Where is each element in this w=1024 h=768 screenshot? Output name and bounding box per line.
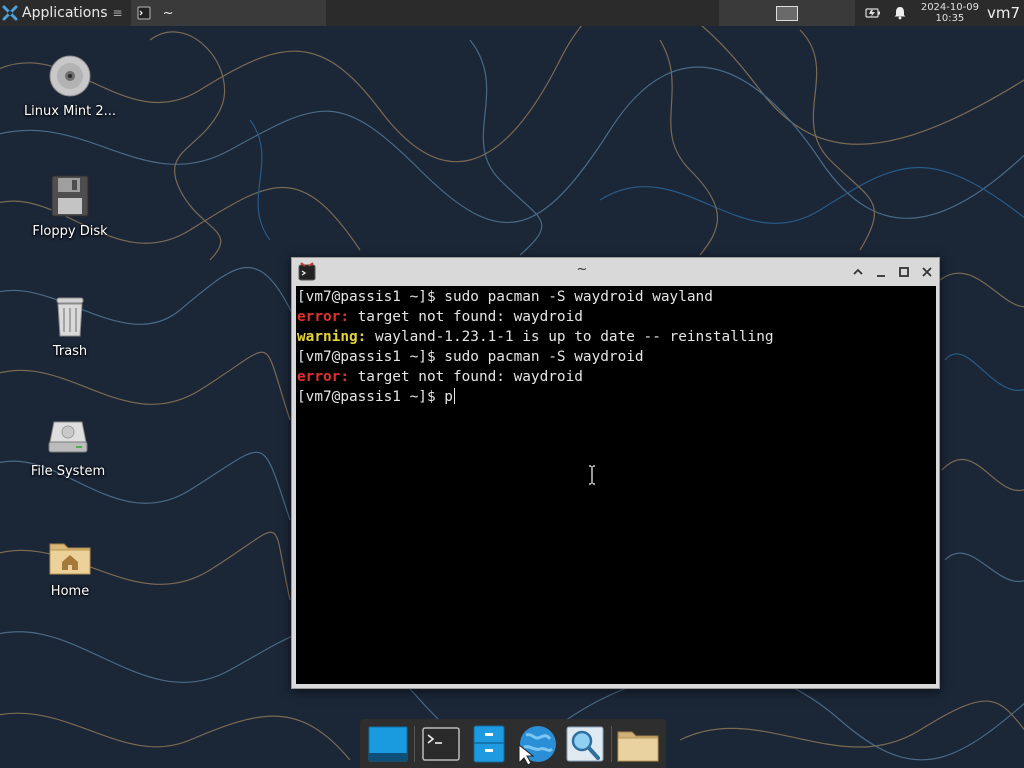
terminal-app-icon	[137, 6, 151, 20]
terminal-icon	[422, 726, 460, 761]
system-tray	[860, 0, 917, 26]
shell-prompt: [vm7@passis1 ~]$	[297, 389, 445, 405]
desktop-icon-file-system[interactable]: File System	[8, 412, 128, 479]
app-finder-icon	[566, 726, 604, 761]
applications-label: Applications	[22, 5, 108, 21]
typed-input: p	[444, 389, 453, 405]
dock-app-finder[interactable]	[563, 722, 607, 766]
shell-prompt: [vm7@passis1 ~]$	[297, 289, 445, 305]
command-text: sudo pacman -S waydroid	[444, 349, 644, 365]
window-title: ~	[576, 262, 588, 277]
terminal-line: warning: wayland-1.23.1-1 is up to date …	[296, 327, 936, 347]
folder-icon	[617, 731, 659, 761]
desktop-icon-linux-mint-disc[interactable]: Linux Mint 2...	[10, 52, 130, 119]
applications-menu-button[interactable]: Applications ≡	[0, 0, 127, 26]
clock[interactable]: 2024-10-09 10:35	[921, 2, 979, 24]
error-tag: error:	[297, 369, 349, 385]
xfce-logo-icon	[2, 5, 18, 21]
message-text: target not found: waydroid	[348, 309, 583, 325]
command-text: sudo pacman -S waydroid wayland	[444, 289, 713, 305]
terminal-line: error: target not found: waydroid	[296, 367, 936, 387]
trash-icon	[56, 297, 84, 337]
dock-folder[interactable]	[616, 722, 660, 766]
mouse-ibeam-cursor-icon	[589, 465, 595, 485]
clock-date: 2024-10-09	[920, 2, 979, 13]
bottom-dock	[360, 719, 666, 768]
terminal-input-line[interactable]: [vm7@passis1 ~]$ p	[296, 387, 936, 407]
show-desktop-icon	[368, 726, 408, 761]
home-folder-icon	[49, 543, 91, 575]
panel-spacer	[325, 0, 719, 26]
desktop-icon-label: File System	[30, 464, 106, 479]
minimize-window-button[interactable]	[873, 264, 889, 280]
menu-indicator-icon: ≡	[112, 6, 123, 20]
floppy-disk-icon	[51, 175, 89, 217]
dock-web-browser[interactable]	[515, 722, 559, 766]
top-panel: Applications ≡ ~ 2024-10-09 10:35 vm7	[0, 0, 1024, 26]
desktop-icon-label: Trash	[52, 344, 88, 359]
window-controls	[850, 258, 935, 285]
battery-icon[interactable]	[865, 7, 881, 19]
terminal-line: [vm7@passis1 ~]$ sudo pacman -S waydroid…	[296, 287, 936, 307]
dock-show-desktop[interactable]	[366, 722, 410, 766]
dock-terminal[interactable]	[419, 722, 463, 766]
optical-disc-icon	[49, 55, 91, 97]
dock-file-manager[interactable]	[467, 722, 511, 766]
shade-window-button[interactable]	[850, 264, 866, 280]
desktop-icon-home[interactable]: Home	[10, 532, 130, 599]
desktop-icon-label: Floppy Disk	[32, 224, 108, 239]
terminal-window: ~ [vm7@passis1 ~]$ sudo pacman -S waydro…	[291, 257, 940, 689]
terminal-line: error: target not found: waydroid	[296, 307, 936, 327]
notification-bell-icon[interactable]	[893, 6, 907, 20]
close-window-button[interactable]	[919, 264, 935, 280]
error-tag: error:	[297, 309, 349, 325]
message-text: wayland-1.23.1-1 is up to date -- reinst…	[366, 329, 774, 345]
dock-separator	[414, 725, 415, 762]
hard-drive-icon	[48, 421, 88, 453]
clock-time: 10:35	[935, 13, 965, 24]
warning-tag: warning:	[297, 329, 367, 345]
taskbar-title: ~	[162, 5, 174, 21]
taskbar-terminal-button[interactable]: ~	[130, 0, 326, 26]
user-menu[interactable]: vm7	[987, 4, 1024, 22]
maximize-window-button[interactable]	[896, 264, 912, 280]
workspace-switcher[interactable]	[718, 0, 855, 26]
window-titlebar[interactable]: ~	[292, 258, 939, 285]
terminal-output[interactable]: [vm7@passis1 ~]$ sudo pacman -S waydroid…	[296, 286, 936, 684]
dock-separator	[611, 725, 612, 762]
desktop-icon-floppy-disk[interactable]: Floppy Disk	[10, 172, 130, 239]
desktop-icon-label: Linux Mint 2...	[23, 104, 117, 119]
shell-prompt: [vm7@passis1 ~]$	[297, 349, 445, 365]
message-text: target not found: waydroid	[348, 369, 583, 385]
text-cursor	[453, 388, 455, 404]
file-manager-icon	[473, 725, 505, 762]
terminal-line: [vm7@passis1 ~]$ sudo pacman -S waydroid	[296, 347, 936, 367]
workspace-1[interactable]	[775, 5, 798, 21]
desktop-icon-label: Home	[50, 584, 90, 599]
web-browser-icon	[518, 725, 556, 765]
desktop-icon-trash[interactable]: Trash	[10, 292, 130, 359]
